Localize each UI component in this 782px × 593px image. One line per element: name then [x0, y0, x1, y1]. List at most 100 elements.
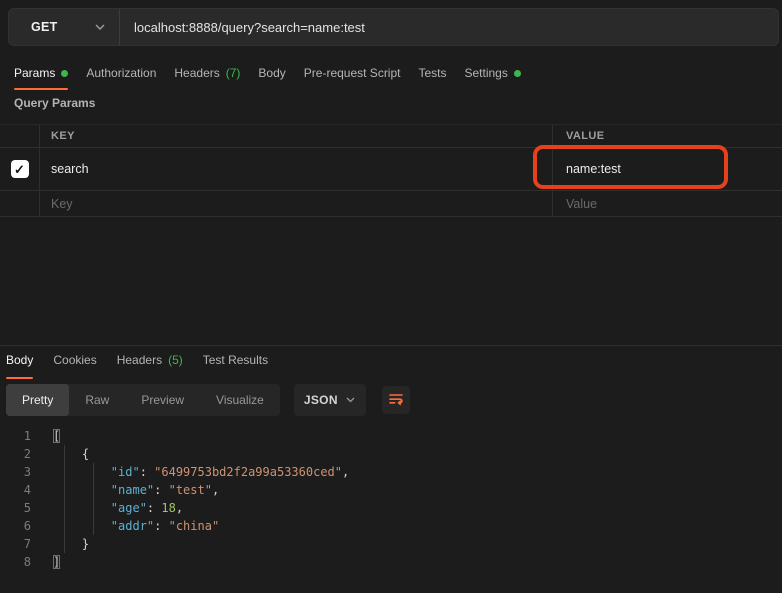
wrap-text-button[interactable]	[382, 386, 410, 414]
view-mode-pretty[interactable]: Pretty	[6, 384, 69, 416]
checkmark-icon: ✓	[14, 163, 25, 176]
tab-label: Body	[258, 66, 285, 80]
select-all-cell	[0, 125, 40, 147]
line-number: 7	[0, 535, 40, 553]
view-mode-segmented-control: PrettyRawPreviewVisualize	[6, 384, 280, 416]
tab-label: Headers	[117, 353, 162, 367]
code-token	[53, 465, 111, 479]
new-value-input[interactable]: Value	[553, 191, 782, 216]
code-token: [	[53, 429, 60, 443]
code-text: "age": 18,	[40, 499, 183, 517]
code-token: ,	[176, 501, 183, 515]
table-row: ✓ search name:test	[0, 148, 782, 191]
table-placeholder-row: Key Value	[0, 191, 782, 217]
tab-label: Cookies	[53, 353, 96, 367]
tab-authorization[interactable]: Authorization	[86, 58, 156, 88]
code-token: 18	[161, 501, 175, 515]
tab-params[interactable]: Params	[14, 58, 68, 88]
view-mode-preview[interactable]: Preview	[125, 384, 200, 416]
tab-settings[interactable]: Settings	[465, 58, 521, 88]
tab-label: Tests	[418, 66, 446, 80]
code-token: "6499753bd2f2a99a53360ced"	[154, 465, 342, 479]
code-token: }	[53, 537, 89, 551]
indent-guide	[93, 463, 94, 535]
tab-count-badge: (5)	[168, 353, 183, 367]
tab-label: Headers	[174, 66, 219, 80]
code-line: 4 "name": "test",	[0, 481, 782, 499]
tab-label: Authorization	[86, 66, 156, 80]
response-tabs: Body Cookies Headers (5) Test Results	[6, 346, 268, 374]
code-token: "addr"	[111, 519, 154, 533]
chevron-down-icon	[95, 24, 105, 31]
code-token: "china"	[169, 519, 220, 533]
tab-label: Test Results	[203, 353, 268, 367]
status-dot	[61, 70, 68, 77]
code-token: {	[53, 447, 89, 461]
wrap-text-icon	[387, 390, 405, 411]
code-text: [	[40, 427, 60, 445]
code-token: "test"	[169, 483, 212, 497]
response-tab-cookies[interactable]: Cookies	[53, 345, 96, 375]
table-header-row: KEY VALUE	[0, 125, 782, 148]
code-token	[53, 501, 111, 515]
code-line: 3 "id": "6499753bd2f2a99a53360ced",	[0, 463, 782, 481]
line-number: 3	[0, 463, 40, 481]
line-number: 1	[0, 427, 40, 445]
code-token: :	[154, 483, 168, 497]
code-token: "id"	[111, 465, 140, 479]
row-checkbox[interactable]: ✓	[11, 160, 29, 178]
postman-window: GET localhost:8888/query?search=name:tes…	[0, 0, 782, 593]
response-body-editor[interactable]: 1[2 {3 "id": "6499753bd2f2a99a53360ced",…	[0, 427, 782, 571]
code-token: "age"	[111, 501, 147, 515]
key-column-header: KEY	[40, 125, 553, 147]
code-text: "id": "6499753bd2f2a99a53360ced",	[40, 463, 349, 481]
line-number: 5	[0, 499, 40, 517]
indent-guide	[64, 445, 65, 553]
tab-headers[interactable]: Headers (7)	[174, 58, 240, 88]
code-text: "name": "test",	[40, 481, 219, 499]
tab-pre-request-script[interactable]: Pre-request Script	[304, 58, 401, 88]
code-line: 6 "addr": "china"	[0, 517, 782, 535]
tab-body[interactable]: Body	[258, 58, 285, 88]
value-column-header: VALUE	[553, 125, 782, 147]
tab-count-badge: (7)	[226, 66, 241, 80]
code-text: "addr": "china"	[40, 517, 219, 535]
url-input[interactable]: localhost:8888/query?search=name:test	[120, 9, 778, 45]
code-token: ]	[53, 555, 60, 569]
response-tab-test-results[interactable]: Test Results	[203, 345, 268, 375]
view-mode-visualize[interactable]: Visualize	[200, 384, 280, 416]
param-key-input[interactable]: search	[40, 148, 553, 190]
tab-label: Params	[14, 66, 55, 80]
tab-label: Settings	[465, 66, 508, 80]
new-key-input[interactable]: Key	[40, 191, 553, 216]
chevron-down-icon	[346, 397, 356, 404]
method-label: GET	[31, 20, 58, 34]
tab-label: Body	[6, 353, 33, 367]
response-tab-body[interactable]: Body	[6, 345, 33, 375]
code-token: :	[147, 501, 161, 515]
response-tab-headers[interactable]: Headers (5)	[117, 345, 183, 375]
code-token: :	[140, 465, 154, 479]
line-number: 6	[0, 517, 40, 535]
response-view-controls: PrettyRawPreviewVisualize JSON	[6, 384, 410, 416]
row-select-cell: ✓	[0, 148, 40, 190]
tab-label: Pre-request Script	[304, 66, 401, 80]
request-url-bar: GET localhost:8888/query?search=name:tes…	[8, 8, 779, 46]
tab-tests[interactable]: Tests	[418, 58, 446, 88]
row-select-cell	[0, 191, 40, 216]
code-line: 7 }	[0, 535, 782, 553]
code-token: ,	[212, 483, 219, 497]
method-dropdown[interactable]: GET	[9, 9, 120, 45]
language-label: JSON	[304, 393, 338, 407]
view-mode-raw[interactable]: Raw	[69, 384, 125, 416]
code-text: ]	[40, 553, 60, 571]
code-line: 5 "age": 18,	[0, 499, 782, 517]
param-value-input[interactable]: name:test	[553, 148, 782, 190]
request-tabs: Params Authorization Headers (7) Body Pre-req…	[14, 58, 521, 88]
code-line: 2 {	[0, 445, 782, 463]
code-token	[53, 519, 111, 533]
line-number: 2	[0, 445, 40, 463]
code-line: 1[	[0, 427, 782, 445]
language-dropdown[interactable]: JSON	[294, 384, 366, 416]
status-dot	[514, 70, 521, 77]
